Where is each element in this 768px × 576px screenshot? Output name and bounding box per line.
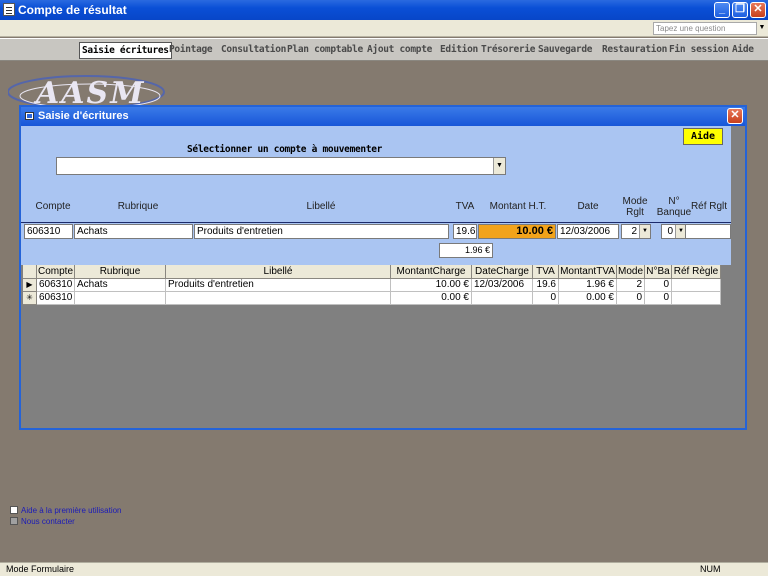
grid-header-montant-charge[interactable]: MontantCharge <box>391 265 472 279</box>
menu-fin-session[interactable]: Fin session <box>669 42 729 59</box>
date-field[interactable]: 12/03/2006 <box>557 224 619 239</box>
checkbox-icon[interactable] <box>10 517 18 525</box>
table-cell[interactable]: Achats <box>75 279 166 292</box>
grid-header-mode[interactable]: Mode <box>617 265 645 279</box>
menu-ajout-compte[interactable]: Ajout compte <box>367 42 432 59</box>
status-num: NUM <box>700 564 721 574</box>
grid-header-n-banque[interactable]: N°Ba <box>645 265 672 279</box>
status-bar: Mode Formulaire NUM <box>0 562 768 576</box>
table-cell[interactable]: 0 <box>533 292 559 305</box>
chevron-down-icon[interactable]: ▼ <box>493 158 505 174</box>
libelle-field[interactable]: Produits d'entretien <box>194 224 449 239</box>
right-strip <box>731 126 745 265</box>
form-close-button[interactable]: ✕ <box>727 108 743 124</box>
table-cell[interactable]: 0.00 € <box>391 292 472 305</box>
help-bar: Tapez une question ▼ <box>0 20 768 37</box>
grid-header-date-charge[interactable]: DateCharge <box>472 265 533 279</box>
entries-datasheet: Compte Rubrique Libellé MontantCharge Da… <box>23 265 721 307</box>
grid-header-libelle[interactable]: Libellé <box>166 265 391 279</box>
label-date: Date <box>577 201 599 212</box>
table-cell[interactable]: 0 <box>617 292 645 305</box>
form-title: Saisie d'écritures <box>38 110 129 122</box>
table-cell[interactable] <box>672 279 721 292</box>
label-libelle: Libellé <box>306 201 336 212</box>
menu-aide[interactable]: Aide <box>732 42 754 59</box>
menu-edition[interactable]: Edition <box>440 42 478 59</box>
label-tva: TVA <box>455 201 475 212</box>
label-mode-rglt: Mode Rglt <box>622 196 648 218</box>
status-mode: Mode Formulaire <box>6 564 75 574</box>
checkbox-icon[interactable] <box>10 506 18 514</box>
app-document-icon <box>3 3 15 16</box>
select-account-label: Sélectionner un compte à mouvementer <box>187 144 383 155</box>
minimize-button[interactable]: _ <box>714 2 730 18</box>
n-banque-select[interactable]: 0 ▼ <box>661 224 687 239</box>
help-dropdown-icon[interactable]: ▼ <box>758 23 766 33</box>
account-select[interactable]: ▼ <box>56 157 506 175</box>
grid-header-compte[interactable]: Compte <box>37 265 75 279</box>
form-icon <box>25 112 34 120</box>
n-banque-value: 0 <box>667 226 673 237</box>
table-cell[interactable]: 12/03/2006 <box>472 279 533 292</box>
table-cell[interactable]: 1.96 € <box>559 279 617 292</box>
menu-sauvegarde[interactable]: Sauvegarde <box>538 42 593 59</box>
first-use-help-label[interactable]: Aide à la première utilisation <box>21 506 122 515</box>
label-compte: Compte <box>35 201 71 212</box>
menu-consultation[interactable]: Consultation <box>221 42 286 59</box>
form-titlebar: Saisie d'écritures ✕ <box>21 107 745 126</box>
menu-bar: Saisie écritures Pointage Consultation P… <box>0 38 768 61</box>
table-cell[interactable] <box>75 292 166 305</box>
contact-label[interactable]: Nous contacter <box>21 517 75 526</box>
entry-header-area: Aide Sélectionner un compte à mouvemente… <box>21 126 731 265</box>
table-cell[interactable]: 606310 <box>37 292 75 305</box>
chevron-down-icon[interactable]: ▼ <box>639 225 650 238</box>
first-use-help-link[interactable]: Aide à la première utilisation <box>10 506 122 516</box>
menu-plan-comptable[interactable]: Plan comptable <box>287 42 363 59</box>
saisie-ecritures-window: Saisie d'écritures ✕ Aide Sélectionner u… <box>19 105 747 430</box>
help-search-input[interactable]: Tapez une question <box>653 22 757 35</box>
table-cell[interactable]: 606310 <box>37 279 75 292</box>
grid-header-ref-regle[interactable]: Réf Règle <box>672 265 721 279</box>
aide-button[interactable]: Aide <box>683 128 723 145</box>
table-cell[interactable]: Produits d'entretien <box>166 279 391 292</box>
table-cell[interactable] <box>672 292 721 305</box>
menu-saisie-ecritures[interactable]: Saisie écritures <box>79 42 172 59</box>
grid-corner[interactable] <box>23 265 37 279</box>
row-selector-new-icon[interactable]: ✳ <box>23 292 37 305</box>
grid-header-montant-tva[interactable]: MontantTVA <box>559 265 617 279</box>
row-selector-current-icon[interactable]: ▶ <box>23 279 37 292</box>
table-cell[interactable]: 19.6 <box>533 279 559 292</box>
montant-ht-field[interactable]: 10.00 € <box>478 224 556 239</box>
table-cell[interactable]: 2 <box>617 279 645 292</box>
rubrique-field[interactable]: Achats <box>74 224 193 239</box>
label-rubrique: Rubrique <box>117 201 159 212</box>
compte-field[interactable]: 606310 <box>24 224 73 239</box>
menu-tresorerie[interactable]: Trésorerie <box>481 42 536 59</box>
menu-restauration[interactable]: Restauration <box>602 42 667 59</box>
app-title: Compte de résultat <box>18 3 127 17</box>
label-montant-ht: Montant H.T. <box>489 201 547 212</box>
mode-rglt-value: 2 <box>631 226 637 237</box>
table-cell[interactable]: 10.00 € <box>391 279 472 292</box>
table-cell[interactable]: 0 <box>645 292 672 305</box>
separator-line <box>21 222 731 223</box>
grid-header-tva[interactable]: TVA <box>533 265 559 279</box>
restore-button[interactable]: ❐ <box>732 2 748 18</box>
table-cell[interactable]: 0.00 € <box>559 292 617 305</box>
tva-amount-field: 1.96 € <box>439 243 493 258</box>
ref-rglt-field[interactable] <box>685 224 731 239</box>
table-cell[interactable] <box>472 292 533 305</box>
app-titlebar: Compte de résultat _ ❐ ✕ <box>0 0 768 20</box>
table-cell[interactable] <box>166 292 391 305</box>
tva-field[interactable]: 19.6 <box>453 224 477 239</box>
form-body: Aide Sélectionner un compte à mouvemente… <box>21 126 745 428</box>
close-button[interactable]: ✕ <box>750 2 766 18</box>
grid-header-rubrique[interactable]: Rubrique <box>75 265 166 279</box>
mode-rglt-select[interactable]: 2 ▼ <box>621 224 651 239</box>
label-ref-rglt: Réf Rglt <box>690 201 728 212</box>
menu-pointage[interactable]: Pointage <box>169 42 213 59</box>
table-cell[interactable]: 0 <box>645 279 672 292</box>
contact-link[interactable]: Nous contacter <box>10 517 75 527</box>
